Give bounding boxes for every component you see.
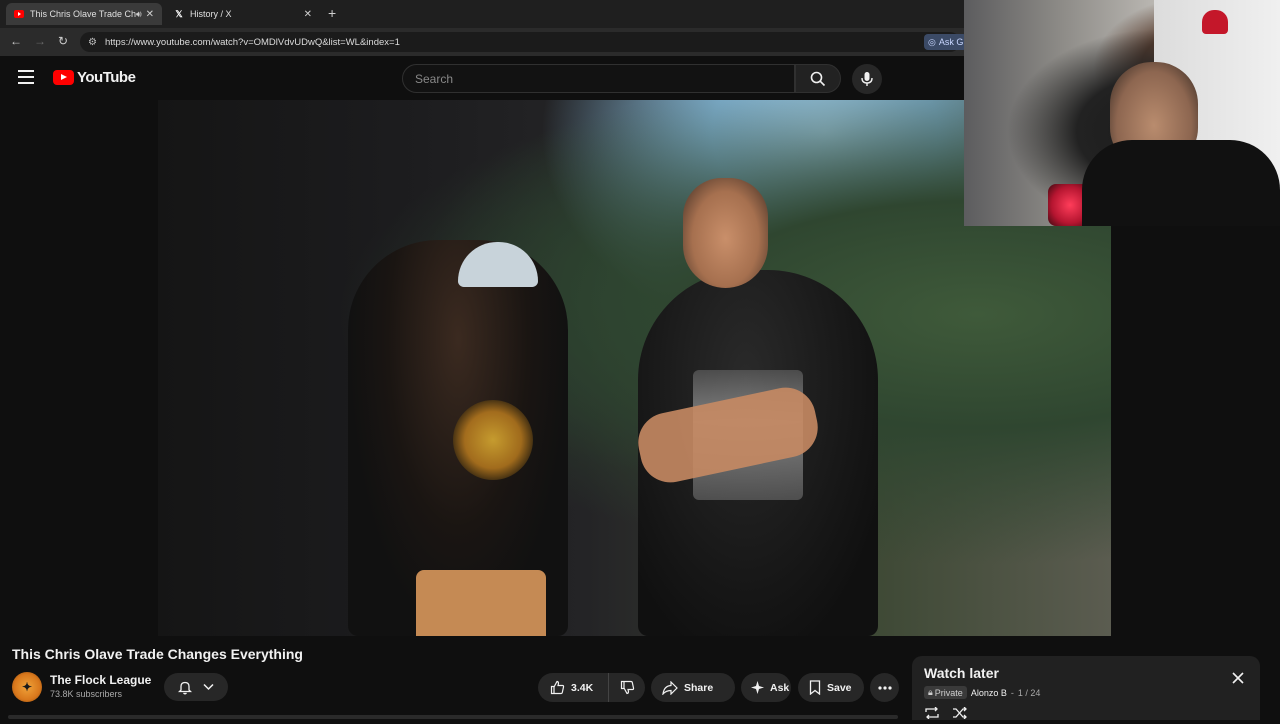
microphone-icon [861, 72, 873, 86]
share-arrow-icon [662, 680, 678, 695]
dislike-button[interactable] [609, 673, 645, 702]
speaker-icon[interactable]: 🔊︎ [136, 9, 142, 20]
webcam-red-cap [1202, 10, 1228, 34]
channel-avatar[interactable]: ✦ [12, 672, 42, 702]
channel-name[interactable]: The Flock League [50, 673, 151, 687]
url-text: https://www.youtube.com/watch?v=OMDlVdvU… [104, 36, 400, 48]
reload-icon[interactable]: ↻ [58, 34, 68, 48]
tab-x-history[interactable]: 𝕏 History / X ✕ [166, 3, 320, 25]
playlist-panel: Watch later 🔒︎ Private Alonzo B - 1 / 24 [912, 656, 1260, 720]
youtube-favicon-icon [14, 9, 24, 19]
youtube-logo[interactable]: YouTube [53, 69, 136, 86]
logo-text: YouTube [77, 69, 136, 86]
site-settings-icon[interactable]: ⚙︎ [88, 37, 97, 48]
search-placeholder: Search [415, 71, 454, 86]
sparkle-icon [751, 681, 764, 694]
save-button[interactable]: Save [798, 673, 864, 702]
menu-icon[interactable] [18, 70, 34, 84]
thumbs-up-icon [550, 680, 565, 695]
tab-title: This Chris Olave Trade Changes Everythin… [30, 9, 136, 19]
video-title: This Chris Olave Trade Changes Everythin… [12, 646, 303, 662]
shuffle-icon[interactable] [952, 706, 968, 724]
new-tab-icon[interactable]: + [328, 5, 336, 21]
bell-icon [177, 681, 192, 694]
webcam-overlay [964, 0, 1280, 226]
video-frame-shorts [416, 570, 546, 636]
privacy-badge: 🔒︎ Private [924, 686, 967, 699]
subscriber-count: 73.8K subscribers [50, 689, 123, 699]
tab-title: History / X [190, 9, 232, 19]
search-input[interactable]: Search [402, 64, 795, 93]
playlist-position: 1 / 24 [1017, 687, 1041, 698]
webcam-person-body [1082, 140, 1280, 226]
thumbs-down-icon [620, 680, 634, 695]
like-button[interactable]: 3.4K [538, 673, 609, 702]
video-frame-head [683, 178, 768, 288]
like-count: 3.4K [571, 681, 594, 694]
ask-google-button[interactable]: ◎ Ask G [924, 34, 968, 50]
ask-google-label: Ask G [938, 37, 964, 47]
lock-icon: 🔒︎ [928, 687, 933, 697]
playlist-meta: 🔒︎ Private Alonzo B - 1 / 24 [924, 686, 1040, 699]
subscription-bell-button[interactable] [164, 673, 228, 701]
voice-search-button[interactable] [852, 64, 882, 94]
tab-youtube-video[interactable]: This Chris Olave Trade Changes Everythin… [6, 3, 162, 25]
loop-icon[interactable] [924, 706, 940, 724]
more-actions-button[interactable] [870, 673, 899, 702]
playlist-title[interactable]: Watch later [924, 665, 999, 681]
tab-close-icon[interactable]: ✕ [304, 9, 312, 20]
x-favicon-icon: 𝕏 [175, 8, 183, 19]
address-bar[interactable]: ⚙︎ https://www.youtube.com/watch?v=OMDlV… [80, 32, 960, 52]
chevron-down-icon [203, 683, 214, 691]
tab-close-icon[interactable]: ✕ [146, 9, 154, 20]
ask-button[interactable]: Ask [741, 673, 791, 702]
share-label: Share [684, 681, 714, 694]
privacy-label: Private [934, 687, 963, 698]
video-frame-shirt-logo [453, 400, 533, 480]
search-icon [810, 71, 826, 86]
save-label: Save [827, 681, 852, 694]
more-horizontal-icon [877, 685, 892, 690]
close-icon[interactable] [1230, 670, 1246, 686]
forward-arrow-icon[interactable]: → [34, 34, 46, 48]
ask-label: Ask [770, 681, 790, 694]
like-dislike-group: 3.4K [538, 673, 645, 702]
youtube-play-logo-icon [53, 70, 74, 85]
back-arrow-icon[interactable]: ← [10, 34, 22, 48]
bookmark-icon [809, 680, 821, 695]
share-button[interactable]: Share [651, 673, 735, 702]
playlist-owner[interactable]: Alonzo B [971, 688, 1007, 698]
meta-separator: - [1010, 687, 1014, 698]
search-button[interactable] [795, 64, 841, 93]
lens-icon: ◎ [928, 36, 936, 47]
scroll-track [0, 711, 900, 720]
